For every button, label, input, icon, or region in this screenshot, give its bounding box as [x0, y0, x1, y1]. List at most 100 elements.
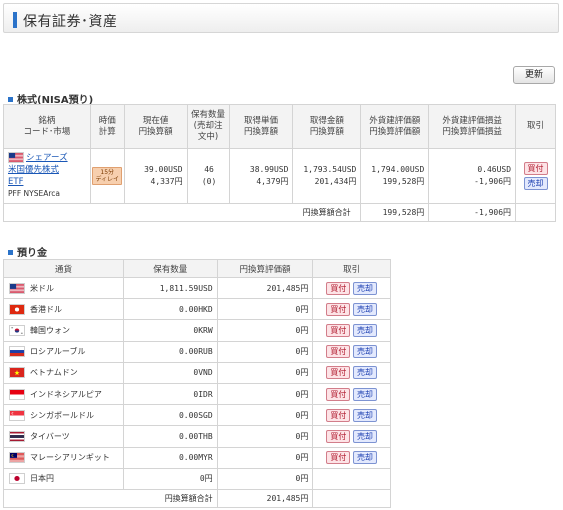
buy-button[interactable]: 買付 — [326, 302, 351, 316]
deposit-table: 通貨 保有数量 円換算評価額 取引 米ドル 1,811.59USD 201,485円 買付 … — [3, 259, 391, 508]
refresh-button[interactable]: 更新 — [513, 66, 555, 84]
sell-button[interactable]: 売却 — [352, 281, 377, 295]
deposit-trade-cell: 買付 売却 — [312, 276, 391, 300]
deposit-jpy-cell: 0円 — [216, 404, 314, 427]
currency-cell: 韓国ウォン — [3, 319, 124, 342]
sell-button[interactable]: 売却 — [523, 177, 548, 190]
currency-cell: ロシアルーブル — [3, 340, 124, 363]
us-flag-icon — [8, 152, 24, 163]
deposit-row: 日本円 0円 0円 — [3, 467, 391, 490]
currency-cell: 米ドル — [3, 276, 124, 300]
us-flag-icon — [9, 282, 25, 294]
deposit-jpy-cell: 0円 — [216, 425, 314, 448]
deposit-qty-cell: 0円 — [122, 467, 218, 490]
stock-col-header: 取引 — [515, 104, 556, 149]
currency-cell: 香港ドル — [3, 298, 124, 321]
page-header: 保有証券･資産 — [3, 3, 559, 33]
deposit-trade-cell: 買付 売却 — [312, 298, 391, 321]
deposit-qty-cell: 1,811.59USD — [122, 276, 218, 300]
deposit-jpy-cell: 0円 — [216, 298, 314, 321]
stock-total-pl: -1,906円 — [428, 203, 517, 222]
deposit-trade-cell: 買付 売却 — [312, 425, 391, 448]
deposit-section-title: 預り金 — [8, 244, 47, 259]
currency-cell: シンガポールドル — [3, 404, 124, 427]
deposit-jpy-cell: 0円 — [216, 467, 314, 490]
currency-name: ロシアルーブル — [30, 347, 86, 357]
stock-col-header: 外貨建評価損益 円換算評価損益 — [428, 104, 517, 149]
deposit-row: 香港ドル 0.00HKD 0円 買付 売却 — [3, 298, 391, 321]
buy-button[interactable]: 買付 — [326, 451, 351, 465]
deposit-jpy-cell: 0円 — [216, 340, 314, 363]
buy-button[interactable]: 買付 — [523, 162, 548, 175]
stock-col-header: 現在値 円換算額 — [123, 104, 188, 149]
deposit-jpy-cell: 201,485円 — [216, 276, 314, 300]
currency-cell: インドネシアルピア — [3, 382, 124, 406]
deposit-trade-cell: 買付 売却 — [312, 382, 391, 406]
sell-button[interactable]: 売却 — [352, 366, 377, 380]
currency-name: インドネシアルピア — [30, 389, 102, 399]
deposit-col-header: 保有数量 — [122, 259, 218, 278]
sell-button[interactable]: 売却 — [352, 302, 377, 316]
sell-button[interactable]: 売却 — [352, 387, 377, 401]
id-flag-icon — [9, 388, 25, 400]
deposit-col-header: 円換算評価額 — [216, 259, 314, 278]
sell-button[interactable]: 売却 — [352, 345, 377, 359]
currency-cell: ベトナムドン — [3, 361, 124, 384]
delay-badge: 15分 ディレイ — [92, 167, 123, 185]
currency-name: 香港ドル — [30, 304, 62, 314]
currency-cell: タイバーツ — [3, 425, 124, 448]
deposit-jpy-cell: 0円 — [216, 361, 314, 384]
deposit-row: 米ドル 1,811.59USD 201,485円 買付 売却 — [3, 276, 391, 300]
currency-name: マレーシアリンギット — [30, 453, 110, 463]
profit-loss-cell: 0.46USD -1,906円 — [428, 148, 517, 204]
deposit-row: ベトナムドン 0VND 0円 買付 売却 — [3, 361, 391, 384]
deposit-trade-cell: 買付 売却 — [312, 340, 391, 363]
deposit-trade-cell: 買付 売却 — [312, 446, 391, 469]
stock-col-header: 時価 計算 — [89, 104, 125, 149]
buy-button[interactable]: 買付 — [326, 281, 351, 295]
th-flag-icon — [9, 430, 25, 442]
deposit-jpy-cell: 0円 — [216, 319, 314, 342]
sell-button[interactable]: 売却 — [352, 323, 377, 337]
currency-name: 韓国ウォン — [30, 325, 70, 335]
vn-flag-icon — [9, 367, 25, 379]
sell-button[interactable]: 売却 — [352, 408, 377, 422]
sell-button[interactable]: 売却 — [352, 451, 377, 465]
currency-cell: 日本円 — [3, 467, 124, 490]
stock-col-header: 銘柄 コード･市場 — [3, 104, 91, 149]
sell-button[interactable]: 売却 — [352, 429, 377, 443]
deposit-row: タイバーツ 0.00THB 0円 買付 売却 — [3, 425, 391, 448]
square-bullet-icon — [8, 249, 13, 255]
deposit-qty-cell: 0VND — [122, 361, 218, 384]
currency-name: タイバーツ — [30, 431, 70, 441]
stock-name-cell: シェアーズ 米国優先株式 ETF PFF NYSEArca — [3, 148, 91, 204]
deposit-total-label: 円換算額合計 — [123, 488, 218, 508]
jp-flag-icon — [9, 473, 25, 485]
page-title: 保有証券･資産 — [23, 14, 118, 30]
buy-button[interactable]: 買付 — [326, 323, 351, 337]
buy-button[interactable]: 買付 — [326, 429, 351, 443]
currency-name: シンガポールドル — [30, 410, 94, 420]
stock-code-market: PFF NYSEArca — [8, 189, 60, 198]
currency-cell: マレーシアリンギット — [3, 446, 124, 469]
stock-row: シェアーズ 米国優先株式 ETF PFF NYSEArca 15分 ディレイ 39.0… — [3, 148, 556, 204]
deposit-row: シンガポールドル 0.00SGD 0円 買付 売却 — [3, 404, 391, 427]
deposit-row: インドネシアルピア 0IDR 0円 買付 売却 — [3, 382, 391, 406]
stock-header-row: 銘柄 コード･市場 時価 計算 現在値 円換算額 保有数量 (売却注 文中) 取得単価 円換算額 取得… — [3, 104, 556, 149]
quantity-cell: 46 (0) — [186, 148, 230, 204]
buy-button[interactable]: 買付 — [326, 408, 351, 422]
deposit-row: マレーシアリンギット 0.00MYR 0円 買付 売却 — [3, 446, 391, 469]
deposit-total-value: 201,485円 — [216, 488, 314, 508]
deposit-qty-cell: 0.00HKD — [122, 298, 218, 321]
buy-button[interactable]: 買付 — [326, 387, 351, 401]
stock-total-value: 199,528円 — [360, 203, 430, 222]
buy-button[interactable]: 買付 — [326, 345, 351, 359]
hk-flag-icon — [9, 303, 25, 315]
stock-total-row: 円換算額合計 199,528円 -1,906円 — [2, 203, 556, 222]
deposit-jpy-cell: 0円 — [216, 382, 314, 406]
square-bullet-icon — [8, 96, 13, 102]
deposit-section-title-text: 預り金 — [17, 248, 47, 259]
deposit-trade-cell: 買付 売却 — [312, 319, 391, 342]
deposit-trade-cell: 買付 売却 — [312, 361, 391, 384]
buy-button[interactable]: 買付 — [326, 366, 351, 380]
